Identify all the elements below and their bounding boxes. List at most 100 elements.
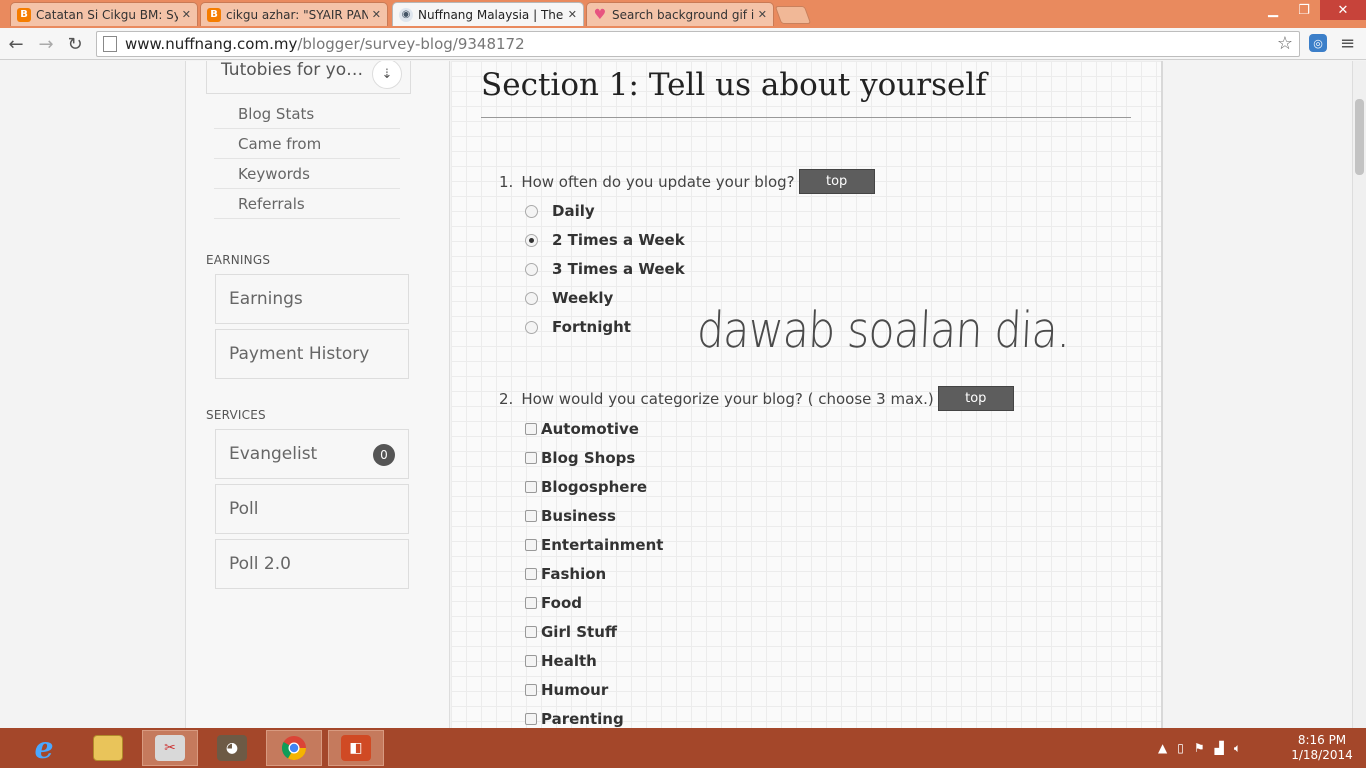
checkbox-option[interactable]: Girl Stuff bbox=[525, 621, 617, 643]
checkbox[interactable] bbox=[525, 655, 537, 667]
option-label: Automotive bbox=[541, 420, 639, 438]
taskbar-app-3[interactable]: ✂ bbox=[142, 730, 198, 766]
sidebar-item-earnings[interactable]: Earnings bbox=[215, 274, 409, 324]
network-icon[interactable]: ▟ bbox=[1215, 741, 1224, 755]
browser-tab-4[interactable]: ♥ Search background gif im ✕ bbox=[586, 2, 774, 26]
radio-option[interactable]: 2 Times a Week bbox=[525, 229, 685, 251]
checkbox-option[interactable]: Food bbox=[525, 592, 582, 614]
internet-explorer-icon: ℯ bbox=[34, 730, 54, 766]
sidebar-item-evangelist[interactable]: Evangelist 0 bbox=[215, 429, 409, 479]
forward-arrow-icon[interactable]: → bbox=[34, 32, 58, 56]
sidebar-item-keywords[interactable]: Keywords bbox=[214, 159, 400, 189]
device-icon[interactable]: ▯ bbox=[1177, 741, 1184, 755]
sidebar-item-came-from[interactable]: Came from bbox=[214, 129, 400, 159]
heart-icon: ♥ bbox=[593, 6, 607, 23]
tab-close-icon[interactable]: ✕ bbox=[758, 8, 767, 21]
checkbox-option[interactable]: Automotive bbox=[525, 418, 639, 440]
radio-option[interactable]: Weekly bbox=[525, 287, 613, 309]
checkbox[interactable] bbox=[525, 713, 537, 725]
checkbox[interactable] bbox=[525, 539, 537, 551]
tab-close-icon[interactable]: ✕ bbox=[182, 8, 191, 21]
menu-icon[interactable]: ≡ bbox=[1340, 33, 1355, 54]
scrollbar[interactable] bbox=[1352, 61, 1366, 728]
option-label: 2 Times a Week bbox=[552, 231, 685, 249]
checkbox[interactable] bbox=[525, 452, 537, 464]
tab-title: cikgu azhar: "SYAIR PAND bbox=[226, 7, 368, 22]
checkbox[interactable] bbox=[525, 423, 537, 435]
checkbox[interactable] bbox=[525, 626, 537, 638]
presentation-icon: ◧ bbox=[341, 735, 371, 761]
volume-icon[interactable]: 🔈︎ bbox=[1234, 741, 1241, 756]
radio-option[interactable]: 3 Times a Week bbox=[525, 258, 685, 280]
taskbar: ℯ ✂ ◕ ◧ ▲ ▯ ⚑ ▟ 🔈︎ 8:16 PM 1/18/2014 bbox=[0, 728, 1366, 768]
question-number: 2. bbox=[499, 389, 514, 408]
checkbox[interactable] bbox=[525, 510, 537, 522]
clock-date: 1/18/2014 bbox=[1291, 748, 1353, 762]
option-label: Food bbox=[541, 594, 582, 612]
reload-icon[interactable]: ↻ bbox=[63, 32, 87, 56]
sidebar-item-poll-2[interactable]: Poll 2.0 bbox=[215, 539, 409, 589]
option-label: Daily bbox=[552, 202, 595, 220]
bookmark-star-icon[interactable]: ☆ bbox=[1277, 33, 1293, 54]
radio-option[interactable]: Daily bbox=[525, 200, 595, 222]
page-content: Tutobies for yo… ⇣ Blog Stats Came from … bbox=[0, 61, 1352, 728]
scrollbar-thumb[interactable] bbox=[1355, 99, 1364, 175]
sidebar-item-poll[interactable]: Poll bbox=[215, 484, 409, 534]
checkbox[interactable] bbox=[525, 684, 537, 696]
question-2: 2. How would you categorize your blog? (… bbox=[499, 386, 1014, 411]
option-label: Blogosphere bbox=[541, 478, 648, 496]
radio-button[interactable] bbox=[525, 291, 538, 305]
browser-tab-1[interactable]: B Catatan Si Cikgu BM: Syair ✕ bbox=[10, 2, 198, 26]
new-tab-button[interactable] bbox=[774, 6, 812, 24]
extension-icon[interactable]: ◎ bbox=[1309, 34, 1327, 52]
option-label: Blog Shops bbox=[541, 449, 636, 467]
chevron-down-icon[interactable]: ⇣ bbox=[372, 61, 402, 89]
taskbar-explorer[interactable] bbox=[80, 730, 136, 766]
checkbox[interactable] bbox=[525, 597, 537, 609]
sidebar-item-blog-stats[interactable]: Blog Stats bbox=[214, 99, 400, 129]
taskbar-gimp[interactable]: ◕ bbox=[204, 730, 260, 766]
system-tray: ▲ ▯ ⚑ ▟ 🔈︎ bbox=[1158, 728, 1251, 768]
checkbox-option[interactable]: Entertainment bbox=[525, 534, 663, 556]
checkbox-option[interactable]: Business bbox=[525, 505, 616, 527]
sidebar-item-label: Evangelist bbox=[229, 444, 318, 464]
show-hidden-icons-icon[interactable]: ▲ bbox=[1158, 741, 1167, 755]
checkbox-option[interactable]: Blogosphere bbox=[525, 476, 647, 498]
action-center-icon[interactable]: ⚑ bbox=[1194, 741, 1205, 755]
sidebar-item-payment-history[interactable]: Payment History bbox=[215, 329, 409, 379]
survey-form: Section 1: Tell us about yourself 1. How… bbox=[451, 61, 1163, 728]
taskbar-ie[interactable]: ℯ bbox=[16, 730, 72, 766]
tab-close-icon[interactable]: ✕ bbox=[372, 8, 381, 21]
clock[interactable]: 8:16 PM 1/18/2014 bbox=[1284, 733, 1360, 763]
blog-selector[interactable]: Tutobies for yo… ⇣ bbox=[206, 61, 411, 94]
radio-option[interactable]: Fortnight bbox=[525, 316, 631, 338]
top-button[interactable]: top bbox=[937, 386, 1014, 411]
radio-button[interactable] bbox=[525, 320, 538, 334]
top-button[interactable]: top bbox=[798, 169, 875, 194]
restore-icon[interactable]: ❐ bbox=[1289, 0, 1319, 20]
back-arrow-icon[interactable]: ← bbox=[4, 32, 28, 56]
checkbox[interactable] bbox=[525, 568, 537, 580]
checkbox-option[interactable]: Parenting bbox=[525, 708, 624, 728]
tab-close-icon[interactable]: ✕ bbox=[568, 8, 577, 21]
checkbox-option[interactable]: Fashion bbox=[525, 563, 606, 585]
divider bbox=[481, 117, 1131, 118]
blogger-icon: B bbox=[207, 7, 221, 22]
checkbox[interactable] bbox=[525, 481, 537, 493]
taskbar-chrome[interactable] bbox=[266, 730, 322, 766]
tab-bar: B Catatan Si Cikgu BM: Syair ✕ B cikgu a… bbox=[0, 0, 1366, 28]
browser-tab-3[interactable]: ◉ Nuffnang Malaysia | The W ✕ bbox=[392, 2, 584, 26]
radio-button[interactable] bbox=[525, 233, 538, 247]
taskbar-app-6[interactable]: ◧ bbox=[328, 730, 384, 766]
checkbox-option[interactable]: Health bbox=[525, 650, 597, 672]
window-close-icon[interactable]: ✕ bbox=[1320, 0, 1366, 20]
browser-tab-2[interactable]: B cikgu azhar: "SYAIR PAND ✕ bbox=[200, 2, 388, 26]
tab-title: Search background gif im bbox=[612, 7, 754, 22]
checkbox-option[interactable]: Humour bbox=[525, 679, 608, 701]
minimize-icon[interactable]: ▁ bbox=[1258, 0, 1288, 20]
checkbox-option[interactable]: Blog Shops bbox=[525, 447, 635, 469]
radio-button[interactable] bbox=[525, 262, 538, 276]
address-bar[interactable]: www.nuffnang.com.my /blogger/survey-blog… bbox=[96, 31, 1300, 57]
sidebar-item-referrals[interactable]: Referrals bbox=[214, 189, 400, 219]
radio-button[interactable] bbox=[525, 204, 538, 218]
